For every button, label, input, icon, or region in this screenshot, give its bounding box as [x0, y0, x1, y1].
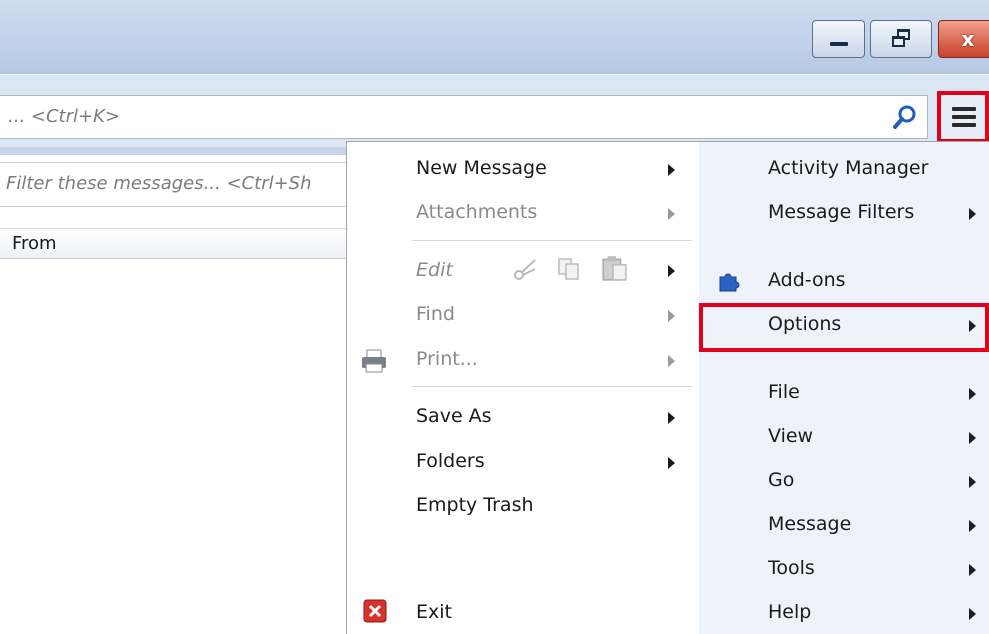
- menu-item-new-message[interactable]: New Message: [416, 157, 547, 179]
- submenu-arrow-icon: [969, 608, 976, 620]
- menu-separator: [412, 386, 692, 387]
- restore-button[interactable]: [870, 20, 932, 58]
- submenu-arrow-icon: [668, 457, 675, 469]
- filter-input[interactable]: Filter these messages... <Ctrl+Sh: [0, 162, 346, 207]
- submenu-arrow-icon: [969, 388, 976, 400]
- menu-item-help[interactable]: Help: [768, 601, 811, 623]
- paste-icon[interactable]: [600, 254, 628, 282]
- close-button[interactable]: x: [938, 20, 989, 58]
- copy-icon[interactable]: [556, 256, 582, 282]
- menu-item-edit[interactable]: Edit: [416, 259, 453, 281]
- submenu-arrow-icon: [668, 412, 675, 424]
- submenu-arrow-icon: [969, 432, 976, 444]
- submenu-arrow-icon: [668, 355, 675, 367]
- menu-item-folders[interactable]: Folders: [416, 450, 485, 472]
- menu-item-print[interactable]: Print...: [416, 348, 478, 370]
- submenu-arrow-icon: [969, 320, 976, 332]
- close-icon: x: [961, 27, 975, 51]
- menu-item-attachments[interactable]: Attachments: [416, 201, 537, 223]
- menu-item-message[interactable]: Message: [768, 513, 851, 535]
- printer-icon: [362, 349, 386, 373]
- submenu-arrow-icon: [668, 164, 675, 176]
- menu-item-file[interactable]: File: [768, 381, 800, 403]
- restore-icon: [890, 29, 912, 49]
- column-header-from[interactable]: From: [0, 228, 346, 259]
- menu-item-activity-manager[interactable]: Activity Manager: [768, 157, 928, 179]
- menu-item-message-filters[interactable]: Message Filters: [768, 201, 914, 223]
- menu-item-empty-trash[interactable]: Empty Trash: [416, 494, 534, 516]
- submenu-arrow-icon: [668, 310, 675, 322]
- menu-item-go[interactable]: Go: [768, 469, 794, 491]
- submenu-arrow-icon: [668, 208, 675, 220]
- search-placeholder: ... <Ctrl+K>: [8, 106, 120, 127]
- submenu-arrow-icon: [969, 476, 976, 488]
- menu-item-options[interactable]: Options: [768, 313, 841, 335]
- search-icon[interactable]: [890, 102, 920, 132]
- submenu-arrow-icon: [969, 520, 976, 532]
- app-menu-button[interactable]: [937, 91, 989, 143]
- submenu-arrow-icon: [969, 208, 976, 220]
- minimize-icon: [829, 42, 848, 46]
- puzzle-piece-icon: [719, 273, 740, 292]
- menu-item-exit[interactable]: Exit: [416, 601, 452, 623]
- submenu-arrow-icon: [668, 265, 675, 277]
- menu-separator: [412, 240, 692, 241]
- search-input[interactable]: ... <Ctrl+K>: [0, 95, 928, 139]
- menu-item-tools[interactable]: Tools: [768, 557, 815, 579]
- column-header-label: From: [12, 233, 57, 254]
- toolbar-strip: [0, 147, 346, 155]
- exit-icon: [363, 599, 387, 623]
- menu-item-save-as[interactable]: Save As: [416, 405, 492, 427]
- options-highlight: [699, 303, 989, 352]
- menu-item-view[interactable]: View: [768, 425, 813, 447]
- cut-icon[interactable]: [512, 256, 538, 282]
- submenu-arrow-icon: [969, 564, 976, 576]
- menu-item-add-ons[interactable]: Add-ons: [768, 269, 846, 291]
- menu-item-find[interactable]: Find: [416, 303, 455, 325]
- minimize-button[interactable]: [812, 20, 865, 58]
- filter-placeholder: Filter these messages... <Ctrl+Sh: [6, 173, 312, 194]
